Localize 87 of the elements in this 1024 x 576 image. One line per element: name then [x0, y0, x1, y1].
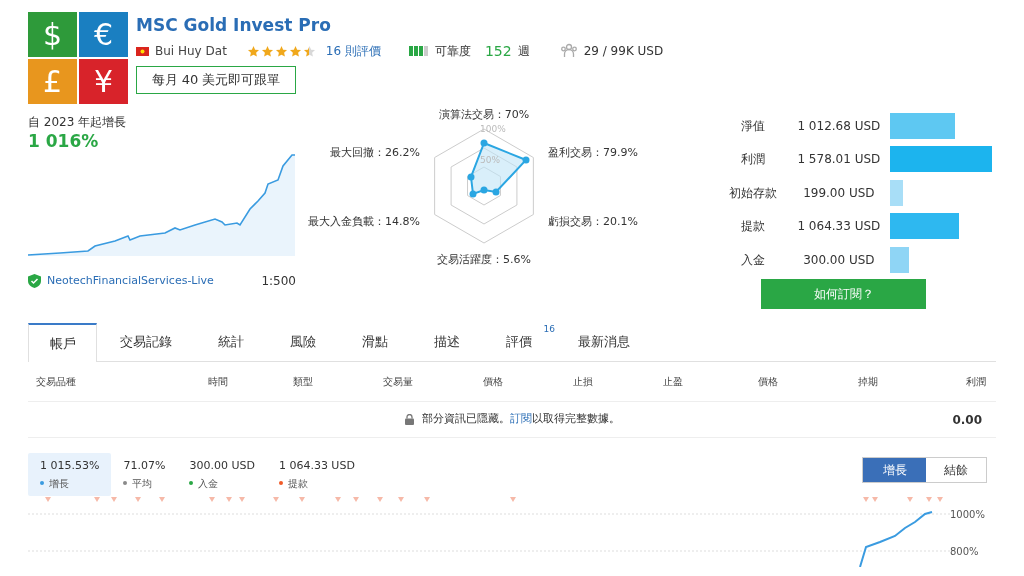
lock-icon	[404, 414, 414, 425]
weeks-count: 152	[484, 41, 512, 61]
summary-stat[interactable]: 1 064.33 USD 提款	[266, 453, 367, 496]
summary-value: 1 064.33 USD	[278, 458, 355, 474]
growth-value: 1 016%	[28, 130, 100, 152]
tab[interactable]: 風險	[267, 323, 339, 361]
stat-value: 300.00 USD	[802, 251, 876, 269]
author-name[interactable]: Bui Huy Dat	[155, 42, 227, 60]
reliability-label: 可靠度	[434, 43, 471, 60]
stat-label: 入金	[740, 251, 767, 269]
flag-icon	[136, 46, 149, 56]
radar-point	[492, 188, 500, 195]
column-header: 價格	[482, 375, 504, 389]
tab[interactable]: 描述	[411, 323, 483, 361]
column-header: 交易量	[382, 375, 414, 389]
logo-tile: ¥	[79, 59, 128, 104]
column-header: 類型	[292, 375, 314, 389]
subscribers-icon	[559, 43, 578, 59]
summary-label: 入金	[198, 476, 219, 491]
broker-link[interactable]: NeotechFinancialServices-Live	[47, 272, 214, 290]
radar-label: 最大回撤：26.2%	[330, 145, 420, 161]
stat-value: 1 012.68 USD	[796, 117, 882, 135]
reliability-bars-icon	[408, 46, 429, 56]
column-header: 止損	[572, 375, 594, 389]
tab[interactable]: 最新消息	[555, 323, 653, 361]
strategy-title: MSC Gold Invest Pro	[136, 14, 332, 36]
logo-tile: $	[28, 12, 77, 57]
stat-label: 初始存款	[728, 184, 779, 202]
axis-tick-label: 1000%	[950, 508, 985, 522]
column-header: 止盈	[662, 375, 684, 389]
radar-label: 交易活躍度：5.6%	[437, 251, 531, 268]
radar-label: 虧損交易：20.1%	[548, 213, 638, 230]
radar-label: 演算法交易：70%	[438, 107, 530, 123]
column-header: 掉期	[857, 375, 879, 389]
summary-value: 1 015.53%	[40, 458, 100, 474]
column-header: 交易品種	[35, 375, 77, 389]
radar-point	[467, 173, 475, 180]
star-icon	[274, 44, 288, 58]
star-icon	[288, 44, 302, 58]
summary-label: 增長	[49, 476, 69, 491]
subscribers-info: 29 / 99K USD	[583, 43, 664, 60]
column-header: 利潤	[965, 375, 987, 389]
radar-label: 最大入金負載：14.8%	[308, 213, 420, 230]
chart-mode-toggle[interactable]: 增長	[863, 458, 926, 482]
radar-point	[480, 139, 488, 146]
star-icon	[246, 44, 260, 58]
summary-value: 71.07%	[123, 458, 166, 474]
radar-tick: 50%	[480, 153, 500, 167]
radar-label: 盈利交易：79.9%	[548, 145, 638, 161]
stat-value: 1 064.33 USD	[796, 218, 882, 236]
summary-stat[interactable]: 300.00 USD 入金	[177, 453, 267, 496]
radar-point	[469, 190, 477, 197]
tab[interactable]: 評價 16	[483, 323, 555, 361]
subscribe-button[interactable]: 每月 40 美元即可跟單	[136, 66, 296, 94]
column-header: 時間	[207, 375, 229, 389]
summary-value: 300.00 USD	[189, 458, 255, 474]
profit-total: 0.00	[951, 411, 983, 429]
stat-value: 1 578.01 USD	[796, 151, 882, 169]
tab[interactable]: 統計	[195, 323, 267, 361]
tab[interactable]: 交易記錄	[97, 323, 195, 361]
leverage: 1:500	[261, 273, 296, 290]
summary-stat[interactable]: 1 015.53% 增長	[28, 453, 112, 496]
growth-label: 自 2023 年起增長	[28, 114, 128, 130]
star-icon	[260, 44, 274, 58]
summary-stat[interactable]: 71.07% 平均	[111, 453, 178, 496]
weeks-unit: 週	[517, 43, 530, 60]
summary-label: 提款	[287, 476, 308, 491]
radar-point	[522, 156, 530, 163]
summary-label: 平均	[132, 476, 153, 491]
stat-value: 199.00 USD	[802, 184, 876, 202]
verified-shield-icon	[28, 274, 41, 288]
stat-label: 提款	[740, 218, 767, 236]
subscribe-link[interactable]: 訂閱	[509, 412, 532, 426]
tab-review-count: 16	[543, 323, 555, 336]
radar-tick: 100%	[480, 122, 506, 136]
logo-tile: €	[79, 12, 128, 57]
stat-label: 淨值	[740, 117, 767, 135]
radar-point	[480, 186, 488, 193]
reviews-link[interactable]: 16 則評價	[325, 42, 381, 60]
column-header: 價格	[757, 375, 779, 389]
hidden-info-notice: 部分資訊已隱藏。訂閱以取得完整數據。	[421, 411, 620, 428]
logo-tile: £	[28, 59, 77, 104]
tab[interactable]: 帳戶	[28, 323, 97, 362]
tab[interactable]: 滑點	[339, 323, 411, 361]
stat-label: 利潤	[740, 151, 767, 169]
star-icon	[302, 44, 316, 58]
axis-tick-label: 800%	[950, 545, 979, 559]
